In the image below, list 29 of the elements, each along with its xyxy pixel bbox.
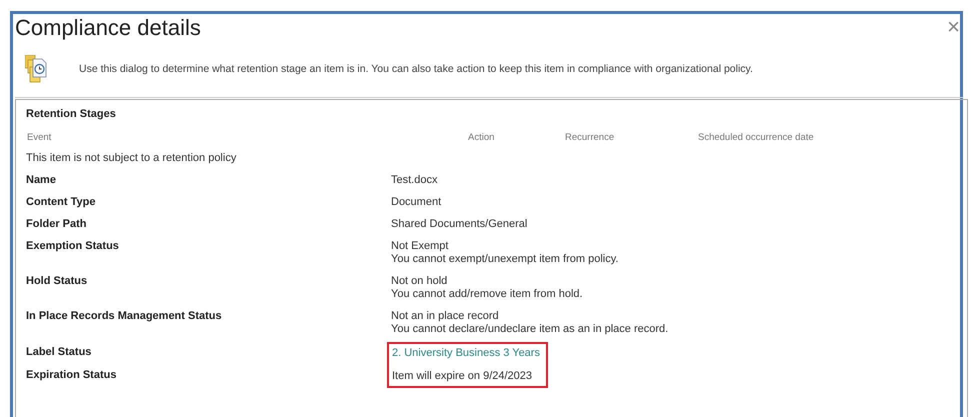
dialog-title: Compliance details — [15, 14, 201, 41]
field-value: Document — [391, 196, 442, 208]
field-value: Item will expire on 9/24/2023 — [392, 370, 534, 383]
field-note: You cannot add/remove item from hold. — [391, 288, 583, 300]
dialog-description: Use this dialog to determine what retention stage an item is in. You can also take action to keep this item in compliance with organizational policy. — [79, 63, 753, 75]
field-label: In Place Records Management Status — [26, 310, 223, 324]
field-label: Name — [26, 174, 57, 186]
field-value: Not Exempt — [391, 240, 450, 252]
field-note: You cannot declare/undeclare item as an in place record. — [391, 323, 668, 335]
empty-message: This item is not subject to a retention policy — [26, 152, 238, 164]
field-label: Exemption Status — [26, 240, 120, 254]
label-link[interactable]: 2. University Business 3 Years — [392, 347, 540, 360]
field-note: You cannot exempt/unexempt item from policy. — [391, 253, 618, 265]
column-header: Event — [27, 132, 52, 143]
field-label: Content Type — [26, 196, 96, 208]
close-button[interactable]: × — [947, 16, 960, 38]
field-label: Expiration Status — [26, 369, 118, 382]
field-value: Not on hold — [391, 275, 448, 287]
section-heading: Retention Stages — [26, 108, 117, 120]
documents-clock-icon — [25, 55, 47, 83]
field-value: Test.docx — [391, 174, 438, 186]
column-header: Action — [468, 132, 494, 143]
column-header: Scheduled occurrence date — [698, 132, 814, 143]
field-label: Label Status — [26, 346, 92, 359]
field-value: Not an in place record — [391, 310, 500, 322]
column-header: Recurrence — [565, 132, 614, 143]
field-value: Shared Documents/General — [391, 218, 528, 230]
field-label: Hold Status — [26, 275, 88, 289]
field-label: Folder Path — [26, 218, 88, 230]
